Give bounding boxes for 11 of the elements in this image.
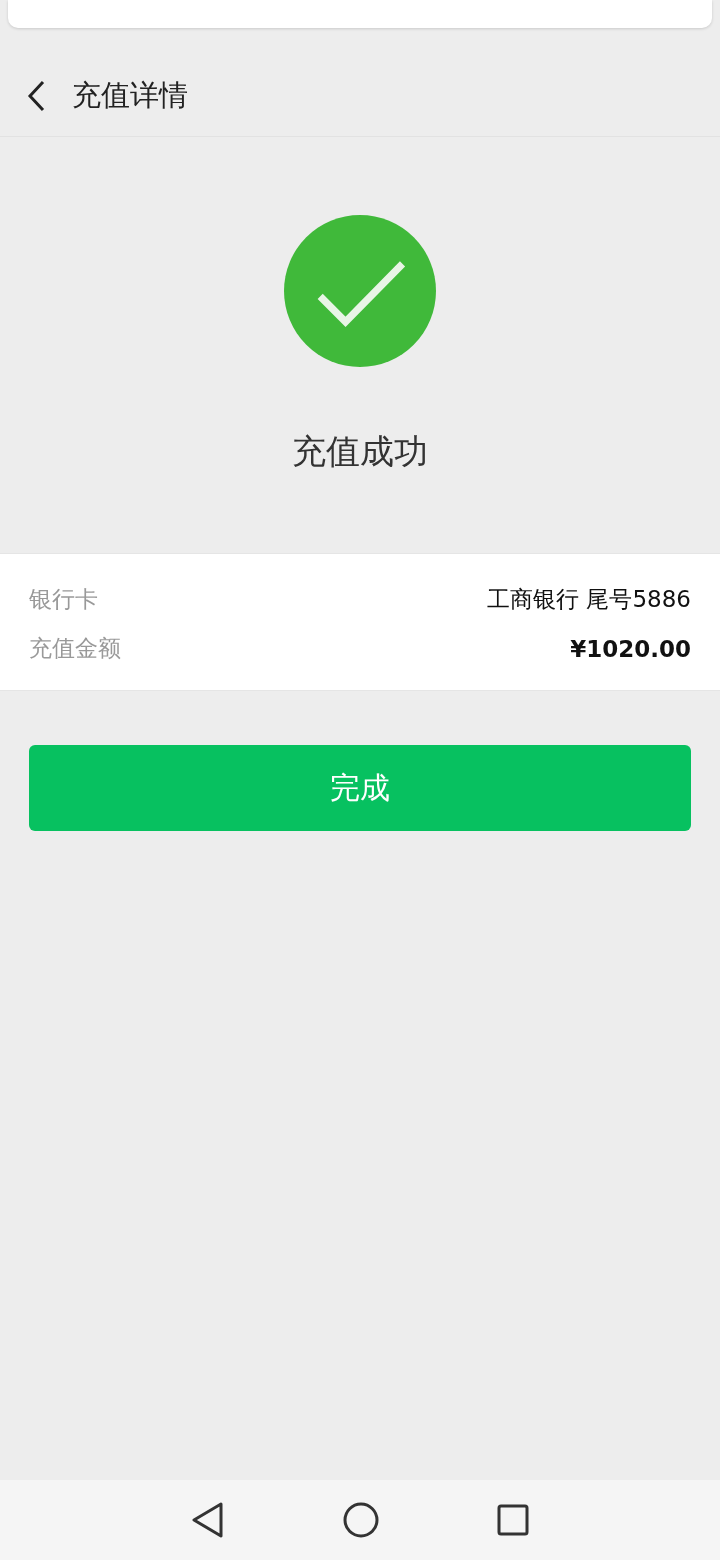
back-icon[interactable] (26, 79, 46, 112)
status-text: 充值成功 (292, 430, 428, 473)
detail-label: 充值金额 (29, 634, 121, 663)
recents-nav-icon[interactable] (497, 1504, 529, 1536)
done-button[interactable]: 完成 (29, 745, 691, 831)
detail-label: 银行卡 (29, 585, 98, 614)
detail-value: ¥1020.00 (570, 635, 691, 662)
page-title: 充值详情 (72, 76, 188, 114)
detail-value: 工商银行 尾号5886 (487, 585, 691, 614)
back-nav-icon[interactable] (191, 1502, 225, 1538)
home-nav-icon[interactable] (343, 1502, 379, 1538)
